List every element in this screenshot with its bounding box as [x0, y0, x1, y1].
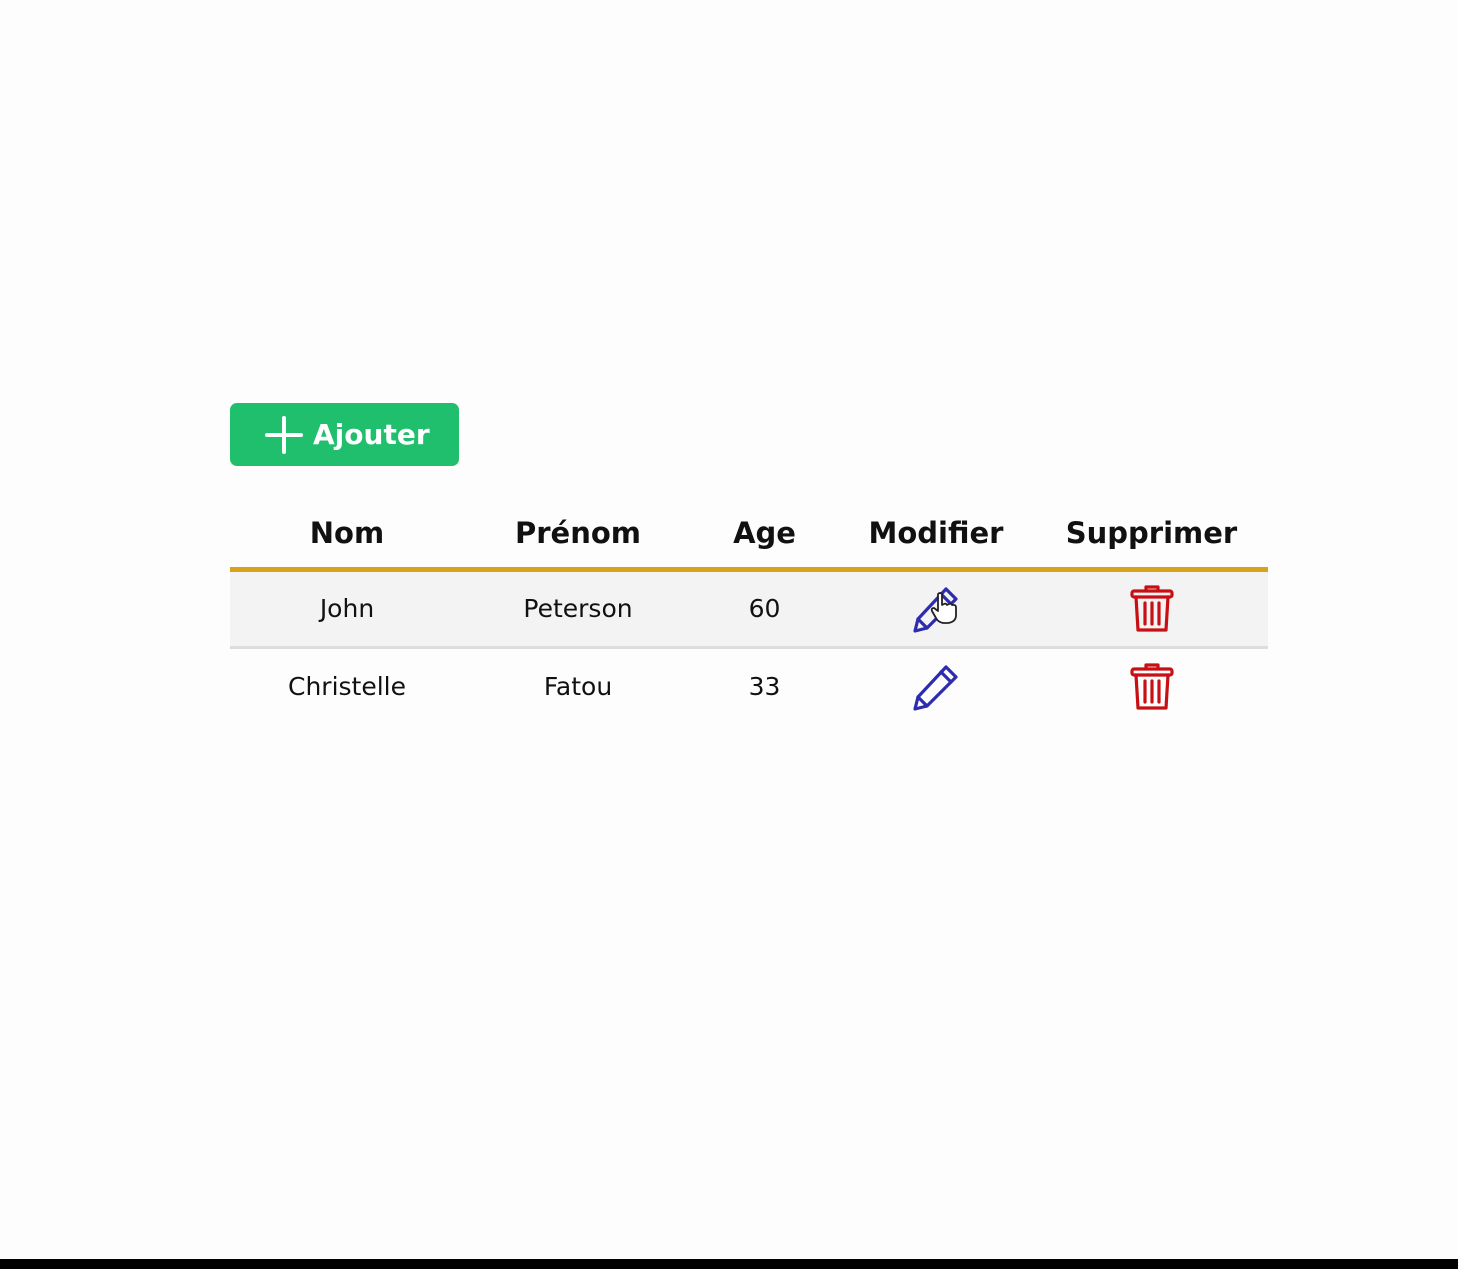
- pencil-icon[interactable]: [910, 661, 962, 713]
- table-row: John Peterson 60: [230, 569, 1268, 649]
- edit-button[interactable]: [910, 583, 962, 635]
- column-header-modifier: Modifier: [837, 500, 1035, 572]
- cell-modifier: [837, 569, 1035, 649]
- plus-icon: [265, 415, 303, 454]
- bottom-bar: [0, 1259, 1458, 1269]
- cell-supprimer: [1035, 569, 1268, 649]
- table-header-row: Nom Prénom Age Modifier Supprimer: [230, 500, 1268, 572]
- cell-prenom: Peterson: [464, 569, 692, 649]
- column-header-supprimer: Supprimer: [1035, 500, 1268, 572]
- column-header-nom: Nom: [230, 500, 464, 572]
- cell-nom: Christelle: [230, 647, 464, 725]
- table-row: Christelle Fatou 33: [230, 647, 1268, 725]
- users-table: Nom Prénom Age Modifier Supprimer John P…: [230, 500, 1268, 725]
- trash-icon[interactable]: [1126, 661, 1178, 713]
- cell-prenom: Fatou: [464, 647, 692, 725]
- add-button-label: Ajouter: [313, 418, 430, 451]
- column-header-prenom: Prénom: [464, 500, 692, 572]
- trash-icon[interactable]: [1126, 583, 1178, 635]
- cell-age: 33: [692, 647, 837, 725]
- cell-supprimer: [1035, 647, 1268, 725]
- cell-nom: John: [230, 569, 464, 649]
- cell-age: 60: [692, 569, 837, 649]
- column-header-age: Age: [692, 500, 837, 572]
- cell-modifier: [837, 647, 1035, 725]
- page: Ajouter Nom Prénom Age Modifier Supprime…: [0, 0, 1458, 1269]
- add-button[interactable]: Ajouter: [230, 403, 459, 466]
- hand-cursor-icon: [930, 591, 957, 624]
